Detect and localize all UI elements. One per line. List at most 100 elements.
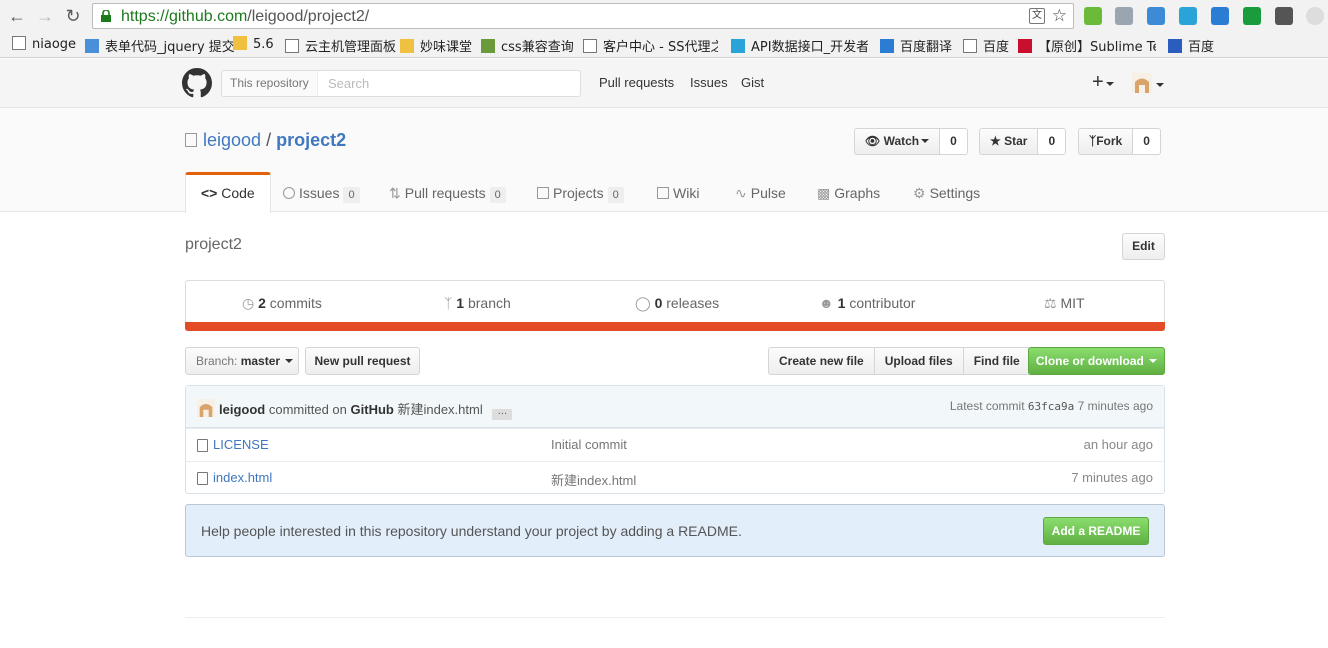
- folder-icon: [233, 36, 247, 50]
- forward-arrow-icon[interactable]: →: [34, 5, 56, 27]
- readme-prompt-box: Help people interested in this repositor…: [185, 504, 1165, 557]
- commits-link[interactable]: ◷ 2 commits: [242, 295, 322, 312]
- site-icon: [481, 39, 495, 53]
- history-icon: ◷: [242, 295, 255, 311]
- extension-download-icon[interactable]: [1084, 7, 1102, 25]
- tab-code[interactable]: <> Code: [185, 172, 271, 213]
- upload-files-button[interactable]: Upload files: [873, 347, 964, 375]
- tab-projects[interactable]: Projects 0: [537, 172, 624, 212]
- bookmark-item[interactable]: 百度翻译: [880, 36, 952, 55]
- extension-shield-icon[interactable]: [1243, 7, 1261, 25]
- watch-button[interactable]: 👁 Watch: [854, 128, 941, 155]
- tab-graphs[interactable]: ▩ Graphs: [817, 172, 880, 212]
- watch-group: 👁 Watch 0: [854, 128, 968, 155]
- bookmark-item[interactable]: 表单代码_jquery 提交: [85, 36, 235, 55]
- folder-icon: [400, 39, 414, 53]
- github-logo-icon[interactable]: [182, 68, 212, 98]
- file-navigation: leigood committed on GitHub 新建index.html…: [185, 385, 1165, 494]
- extension-close-icon[interactable]: [1306, 7, 1324, 25]
- plus-icon: +: [1092, 71, 1104, 93]
- chevron-down-icon: [1156, 83, 1164, 87]
- file-name-link[interactable]: LICENSE: [213, 437, 269, 452]
- repo-name-link[interactable]: project2: [276, 130, 346, 150]
- bookmark-item[interactable]: niaoge: [12, 36, 76, 54]
- bookmark-item[interactable]: API数据接口_开发者数: [731, 36, 868, 54]
- find-file-button[interactable]: Find file: [962, 347, 1031, 375]
- commit-author-link[interactable]: leigood: [219, 402, 265, 417]
- eye-icon: 👁: [865, 134, 881, 148]
- extension-qrcode-icon[interactable]: [1275, 7, 1293, 25]
- file-commit-message[interactable]: 新建index.html: [551, 470, 636, 489]
- tab-wiki[interactable]: Wiki: [657, 172, 699, 212]
- bookmark-item[interactable]: css兼容查询: [481, 36, 574, 55]
- bookmark-item[interactable]: 百度: [963, 36, 1009, 55]
- latest-commit-bar: leigood committed on GitHub 新建index.html…: [186, 386, 1164, 428]
- tab-pull-requests[interactable]: ⇅ Pull requests 0: [389, 172, 506, 212]
- nav-issues[interactable]: Issues: [690, 75, 728, 90]
- pulse-icon: ∿: [735, 185, 747, 201]
- branch-icon: ᛉ: [444, 295, 453, 311]
- add-readme-button[interactable]: Add a README: [1043, 517, 1149, 545]
- fork-button[interactable]: ᛉFork: [1078, 128, 1134, 155]
- create-new-file-button[interactable]: Create new file: [768, 347, 875, 375]
- file-commit-message[interactable]: Initial commit: [551, 437, 627, 452]
- translate-icon[interactable]: 文: [1029, 8, 1045, 24]
- edit-description-button[interactable]: Edit: [1122, 233, 1165, 260]
- page-icon: [285, 39, 299, 53]
- address-bar[interactable]: https://github.com/leigood/project2/ 文 ☆: [92, 3, 1074, 29]
- nav-pull-requests[interactable]: Pull requests: [599, 75, 674, 90]
- new-pull-request-button[interactable]: New pull request: [305, 347, 420, 375]
- commit-age: 7 minutes ago: [1077, 399, 1153, 413]
- repo-owner-link[interactable]: leigood: [203, 130, 261, 150]
- nav-gist[interactable]: Gist: [741, 75, 764, 90]
- extension-translate-icon[interactable]: [1147, 7, 1165, 25]
- bookmark-item[interactable]: 百度: [1168, 36, 1214, 55]
- back-arrow-icon[interactable]: ←: [6, 5, 28, 27]
- book-icon: [657, 187, 669, 199]
- expand-commit-button[interactable]: …: [492, 407, 513, 420]
- license-link[interactable]: ⚖ MIT: [1044, 295, 1085, 312]
- baidu-icon: [1168, 39, 1182, 53]
- bookmark-item[interactable]: 云主机管理面板: [285, 36, 396, 55]
- search-placeholder: Search: [328, 76, 370, 91]
- search-scope: This repository: [222, 71, 318, 96]
- commit-sha-link[interactable]: 63fca9a: [1028, 400, 1074, 413]
- star-button[interactable]: ★ Star: [979, 128, 1039, 155]
- bookmark-item[interactable]: 客户中心 - SS代理之家: [583, 36, 718, 54]
- extension-arrow-icon[interactable]: [1115, 7, 1133, 25]
- bookmark-star-icon[interactable]: ☆: [1052, 6, 1067, 26]
- commit-message-link[interactable]: 新建index.html: [397, 402, 482, 417]
- avatar: [1132, 73, 1152, 93]
- site-header: This repository Search Pull requests Iss…: [0, 59, 1328, 108]
- bookmark-folder[interactable]: 5.6: [233, 36, 274, 54]
- star-count[interactable]: 0: [1038, 128, 1067, 155]
- branches-link[interactable]: ᛉ 1 branch: [444, 295, 511, 311]
- bookmark-folder[interactable]: 妙味课堂: [400, 36, 472, 55]
- reload-icon[interactable]: ↻: [62, 5, 84, 27]
- create-new-menu[interactable]: +: [1092, 71, 1114, 94]
- watch-count[interactable]: 0: [940, 128, 968, 155]
- search-input[interactable]: This repository Search: [221, 70, 581, 97]
- path-separator: /: [266, 130, 272, 150]
- site-icon: [731, 39, 745, 53]
- branch-select-button[interactable]: Branch: master: [185, 347, 299, 375]
- releases-link[interactable]: ◯ 0 releases: [635, 295, 719, 312]
- extension-screenshot-icon[interactable]: [1179, 7, 1197, 25]
- issue-icon: [283, 187, 295, 199]
- fork-count[interactable]: 0: [1133, 128, 1161, 155]
- language-bar[interactable]: [185, 322, 1165, 331]
- chevron-down-icon: [1149, 359, 1158, 363]
- avatar[interactable]: [197, 399, 215, 417]
- file-name-link[interactable]: index.html: [213, 470, 272, 485]
- clone-download-button[interactable]: Clone or download: [1028, 347, 1165, 375]
- contributors-link[interactable]: ☻ 1 contributor: [819, 295, 915, 311]
- tab-settings[interactable]: ⚙ Settings: [913, 172, 980, 212]
- site-icon: [85, 39, 99, 53]
- extension-new-icon[interactable]: [1211, 7, 1229, 25]
- page-icon: [12, 36, 26, 50]
- repo-description: project2: [185, 236, 242, 253]
- bookmark-item[interactable]: 【原创】Sublime Te: [1018, 36, 1156, 54]
- user-menu[interactable]: [1132, 73, 1164, 96]
- tab-pulse[interactable]: ∿ Pulse: [735, 172, 786, 212]
- tab-issues[interactable]: Issues 0: [283, 172, 360, 212]
